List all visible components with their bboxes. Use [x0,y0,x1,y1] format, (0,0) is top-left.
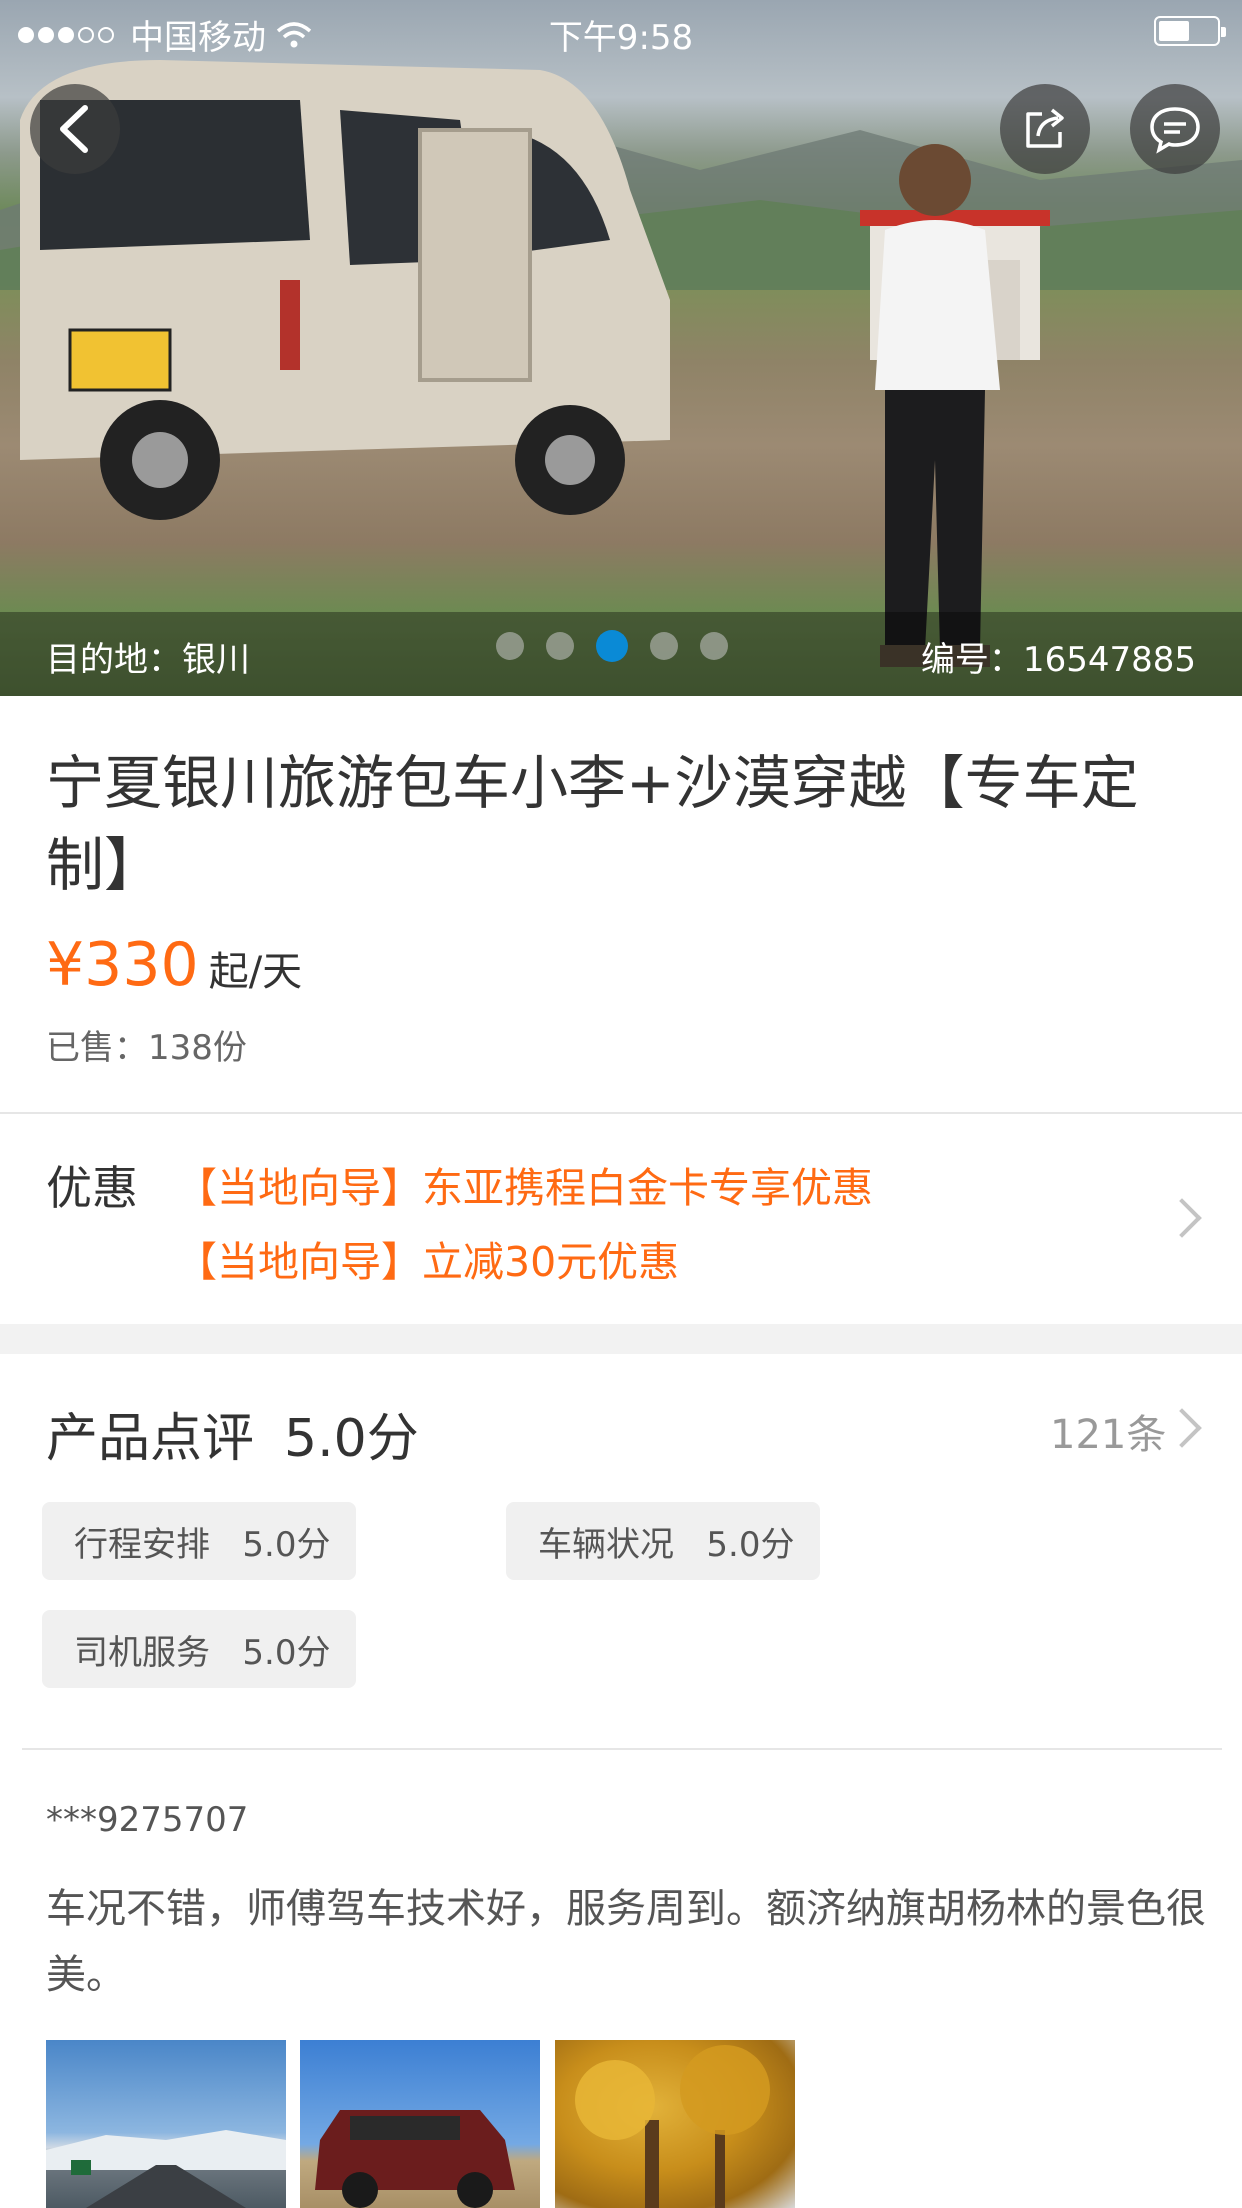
price-unit: 起/天 [208,949,303,995]
divider [22,1748,1222,1750]
back-button[interactable] [30,84,120,174]
review-tag[interactable]: 司机服务 5.0分 [42,1610,356,1688]
reviews-header: 产品点评 5.0分 [46,1396,419,1471]
chat-icon [1150,107,1200,154]
review-tag[interactable]: 车辆状况 5.0分 [506,1502,820,1580]
chevron-right-icon[interactable] [1162,1408,1202,1448]
carousel-indicator[interactable] [496,630,728,662]
chevron-right-icon [1162,1198,1202,1238]
sold-count: 已售：138份 [46,1028,247,1068]
highway-photo [46,2130,286,2208]
price-value: ¥330 [46,930,199,1000]
jeep-photo [315,2110,515,2208]
destination-label: 目的地：银川 [46,640,250,680]
discount-label: 优惠 [46,1161,138,1215]
carousel-dot[interactable] [496,632,524,660]
poplar-forest-photo [575,2045,770,2208]
person-photo [875,144,1000,667]
reviews-count-link[interactable]: 121条 [1050,1402,1166,1460]
section-separator [0,1324,1242,1354]
reviewer-name: ***9275707 [46,1800,249,1840]
share-button[interactable] [1000,84,1090,174]
review-tag[interactable]: 行程安排 5.0分 [42,1502,356,1580]
discount-item: 【当地向导】立减30元优惠 [176,1238,680,1286]
product-number: 编号：16547885 [920,640,1196,680]
carousel-dot-active[interactable] [596,630,628,662]
reviews-score: 5.0分 [284,1409,419,1469]
carousel-dot[interactable] [650,632,678,660]
carousel-dot[interactable] [700,632,728,660]
battery-icon [1154,16,1226,46]
status-bar: 中国移动 下午9:58 [0,0,1242,60]
reviews-title: 产品点评 [46,1409,255,1469]
chevron-left-icon [60,105,88,153]
review-text: 车况不错，师傅驾车技术好，服务周到。额济纳旗胡杨林的景色很美。 [46,1886,1206,1998]
review-photo[interactable] [46,2040,286,2208]
divider [0,1112,1242,1114]
share-icon [1026,108,1064,148]
carousel-dot[interactable] [546,632,574,660]
review-photo[interactable] [300,2040,540,2208]
product-title: 宁夏银川旅游包车小李+沙漠穿越【专车定制】 [46,749,1139,899]
message-button[interactable] [1130,84,1220,174]
discount-item: 【当地向导】东亚携程白金卡专享优惠 [176,1164,873,1212]
status-time: 下午9:58 [548,18,694,58]
review-photo[interactable] [555,2040,795,2208]
price-row: ¥330 起/天 [46,930,302,1000]
